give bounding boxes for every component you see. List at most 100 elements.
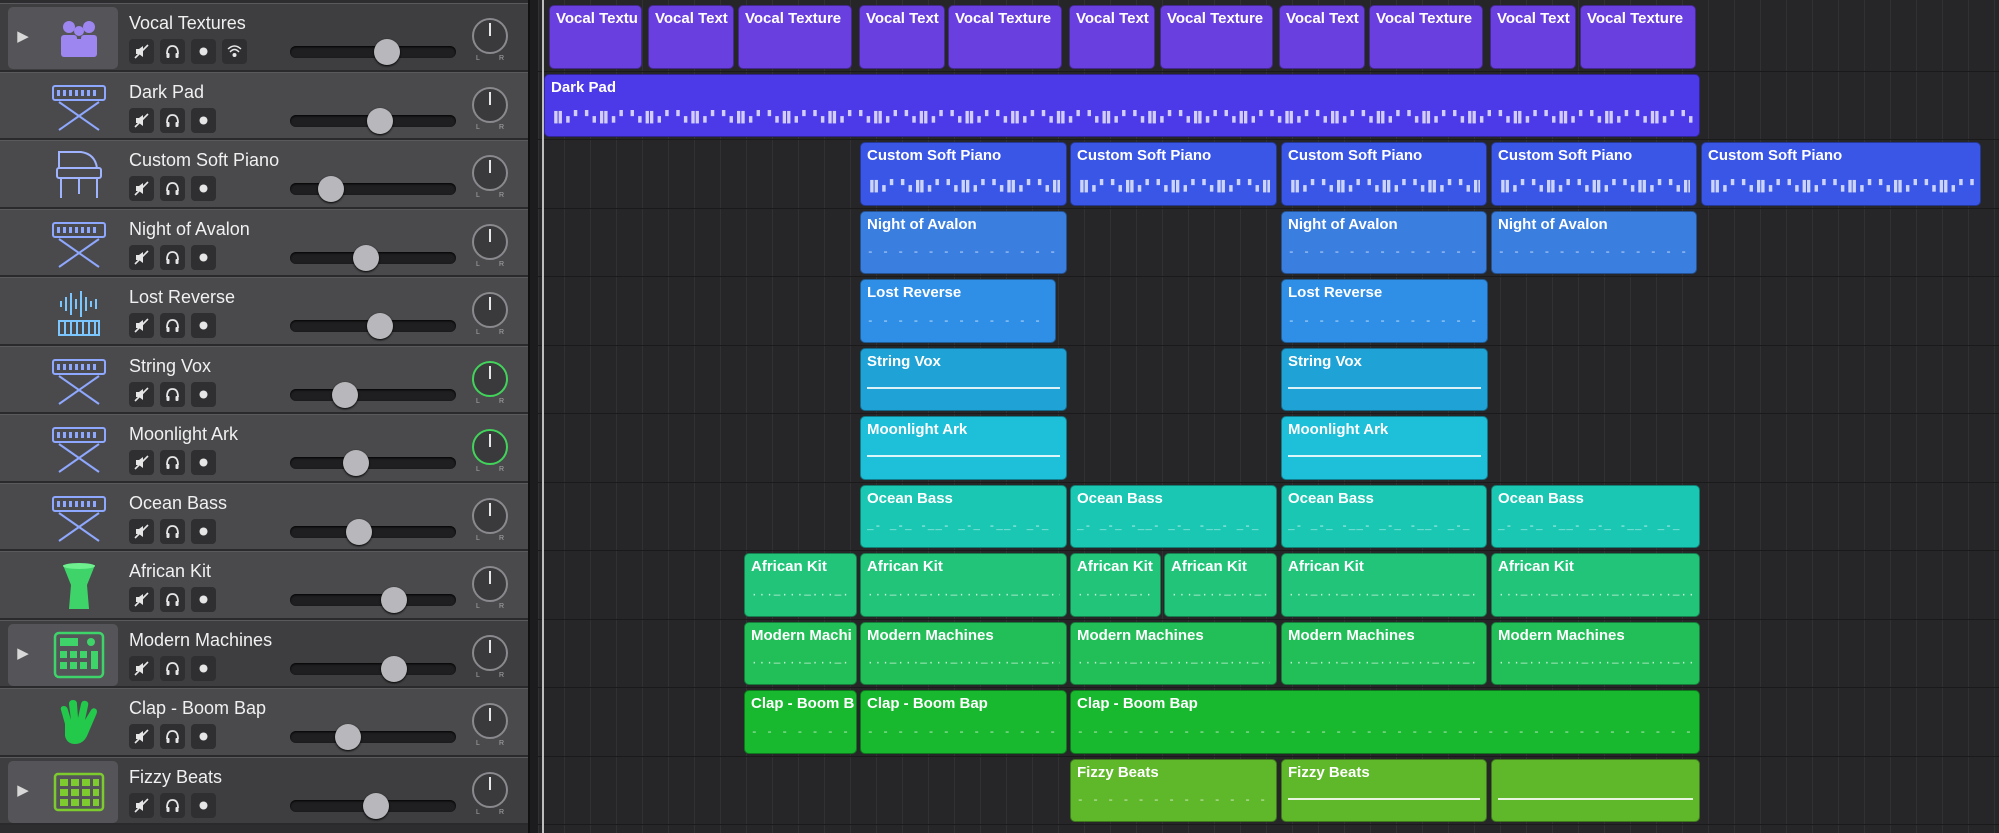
record-enable-button[interactable] xyxy=(191,39,216,64)
record-enable-button[interactable] xyxy=(191,792,216,818)
volume-slider[interactable] xyxy=(290,792,456,819)
volume-slider[interactable] xyxy=(290,518,456,545)
track-header[interactable]: Lost Reverse L R xyxy=(0,277,528,346)
region[interactable]: Custom Soft Piano ▐▌▖▘▝▗▐▌▖▘▝▗▐▌▖▘▝▗▐▌▖▘▝… xyxy=(1070,142,1277,206)
volume-slider-knob[interactable] xyxy=(362,792,389,819)
region[interactable]: Vocal Texture xyxy=(948,5,1062,69)
pan-knob[interactable] xyxy=(472,86,508,123)
region[interactable]: Custom Soft Piano ▐▌▖▘▝▗▐▌▖▘▝▗▐▌▖▘▝▗▐▌▖▘▝… xyxy=(1701,142,1981,206)
solo-headphones-button[interactable] xyxy=(160,176,185,201)
disclosure-triangle[interactable]: ▶ xyxy=(8,770,38,810)
track-header[interactable]: String Vox L R xyxy=(0,345,528,414)
solo-headphones-button[interactable] xyxy=(160,381,185,407)
solo-headphones-button[interactable] xyxy=(160,792,185,818)
solo-headphones-button[interactable] xyxy=(160,39,185,64)
region[interactable]: Night of Avalon - - - - - - - - - - - - - xyxy=(1491,210,1697,274)
volume-slider-knob[interactable] xyxy=(332,381,358,408)
region[interactable]: African Kit ···—···—···—·· xyxy=(744,553,857,617)
track-name[interactable]: Clap - Boom Bap xyxy=(129,698,266,719)
track-header[interactable]: Custom Soft Piano L R xyxy=(0,140,528,209)
volume-slider-knob[interactable] xyxy=(334,724,361,750)
region[interactable]: Moonlight Ark xyxy=(1281,416,1488,480)
region[interactable]: Fizzy Beats xyxy=(1281,758,1487,822)
record-enable-button[interactable] xyxy=(191,244,216,270)
region[interactable]: Modern Machines ···—···—···—···—···—···—·… xyxy=(1281,621,1487,685)
solo-headphones-button[interactable] xyxy=(160,313,185,338)
track-header[interactable]: African Kit L R xyxy=(0,551,528,620)
pan-knob[interactable] xyxy=(472,223,508,260)
region[interactable]: Custom Soft Piano ▐▌▖▘▝▗▐▌▖▘▝▗▐▌▖▘▝▗▐▌▖▘▝… xyxy=(860,142,1067,206)
pan-knob[interactable] xyxy=(472,360,508,397)
volume-slider[interactable] xyxy=(290,313,456,339)
volume-slider-knob[interactable] xyxy=(346,518,372,545)
region[interactable]: Lost Reverse - - - - - - - - - - - - - xyxy=(1281,279,1488,343)
region[interactable]: Modern Machi ···—···—···—·· xyxy=(744,621,857,685)
pan-knob[interactable] xyxy=(472,429,508,465)
region[interactable]: Ocean Bass _-¯_-_¯-__-¯_-_¯-__-¯_-_ xyxy=(1070,484,1277,548)
track-header[interactable]: Moonlight Ark L R xyxy=(0,414,528,483)
mute-button[interactable] xyxy=(129,107,154,133)
solo-headphones-button[interactable] xyxy=(160,518,185,544)
region[interactable]: Ocean Bass _-¯_-_¯-__-¯_-_¯-__-¯_-_ xyxy=(860,484,1067,548)
track-name[interactable]: Vocal Textures xyxy=(129,13,246,34)
mute-button[interactable] xyxy=(129,313,154,338)
region[interactable]: Modern Machines ···—···—···—···—···—···—·… xyxy=(1491,621,1700,685)
mute-button[interactable] xyxy=(129,381,154,407)
mute-button[interactable] xyxy=(129,655,154,681)
track-name[interactable]: Moonlight Ark xyxy=(129,424,238,445)
region[interactable]: String Vox xyxy=(860,347,1067,411)
pan-knob[interactable] xyxy=(472,634,508,671)
region[interactable]: Clap - Boom B - - - - - - - xyxy=(744,690,857,754)
track-name[interactable]: Dark Pad xyxy=(129,82,204,103)
disclosure-triangle[interactable]: ▶ xyxy=(8,633,38,673)
solo-headphones-button[interactable] xyxy=(160,587,185,612)
region[interactable]: Ocean Bass _-¯_-_¯-__-¯_-_¯-__-¯_-_ xyxy=(1491,484,1700,548)
region[interactable]: String Vox xyxy=(1281,347,1488,411)
solo-headphones-button[interactable] xyxy=(160,655,185,681)
mute-button[interactable] xyxy=(129,518,154,544)
track-header[interactable]: Dark Pad L R xyxy=(0,71,528,140)
region[interactable]: Vocal Texture xyxy=(1160,5,1273,69)
record-enable-button[interactable] xyxy=(191,655,216,681)
pan-knob[interactable] xyxy=(472,566,508,602)
region[interactable]: Vocal Text xyxy=(1279,5,1365,69)
track-name[interactable]: Fizzy Beats xyxy=(129,767,222,788)
region[interactable]: African Kit ···—···—···—···—···—···—··· xyxy=(860,553,1067,617)
mute-button[interactable] xyxy=(129,792,154,818)
track-name[interactable]: Ocean Bass xyxy=(129,493,227,514)
region[interactable]: Modern Machines ···—···—···—···—···—···—·… xyxy=(1070,621,1277,685)
mute-button[interactable] xyxy=(129,244,154,270)
record-enable-button[interactable] xyxy=(191,724,216,749)
track-header[interactable]: Ocean Bass L R xyxy=(0,482,528,551)
mute-button[interactable] xyxy=(129,39,154,64)
region[interactable]: Vocal Text xyxy=(1069,5,1155,69)
region[interactable]: Ocean Bass _-¯_-_¯-__-¯_-_¯-__-¯_-_ xyxy=(1281,484,1487,548)
volume-slider-knob[interactable] xyxy=(381,655,407,682)
region[interactable]: Lost Reverse - - - - - - - - - - - - - xyxy=(860,279,1056,343)
record-enable-button[interactable] xyxy=(191,107,216,133)
region[interactable]: Vocal Texture xyxy=(738,5,852,69)
track-name[interactable]: Modern Machines xyxy=(129,630,272,651)
region[interactable]: African Kit ···—···—···—·· xyxy=(1164,553,1277,617)
track-header[interactable]: ▶ Modern Machines L R xyxy=(0,619,528,688)
volume-slider[interactable] xyxy=(290,107,456,134)
volume-slider[interactable] xyxy=(290,450,456,476)
volume-slider[interactable] xyxy=(290,381,456,408)
mute-button[interactable] xyxy=(129,176,154,201)
track-name[interactable]: String Vox xyxy=(129,356,211,377)
disclosure-triangle[interactable]: ▶ xyxy=(8,16,38,56)
record-enable-button[interactable] xyxy=(191,176,216,201)
region[interactable]: Vocal Text xyxy=(1490,5,1576,69)
region[interactable]: African Kit ···—···—···—···—···—···—···— xyxy=(1491,553,1700,617)
region[interactable]: Vocal Texture xyxy=(1369,5,1483,69)
region[interactable] xyxy=(1491,758,1700,822)
track-name[interactable]: African Kit xyxy=(129,561,211,582)
region[interactable]: African Kit ···—···—···—···—···—···—··· xyxy=(1281,553,1487,617)
mute-button[interactable] xyxy=(129,587,154,612)
mute-button[interactable] xyxy=(129,724,154,749)
region[interactable]: Custom Soft Piano ▐▌▖▘▝▗▐▌▖▘▝▗▐▌▖▘▝▗▐▌▖▘▝… xyxy=(1281,142,1487,206)
track-header[interactable]: Night of Avalon L R xyxy=(0,208,528,277)
region[interactable]: Clap - Boom Bap - - - - - - - - - - - - -… xyxy=(1070,690,1700,754)
volume-slider-knob[interactable] xyxy=(374,39,400,65)
record-enable-button[interactable] xyxy=(191,313,216,338)
